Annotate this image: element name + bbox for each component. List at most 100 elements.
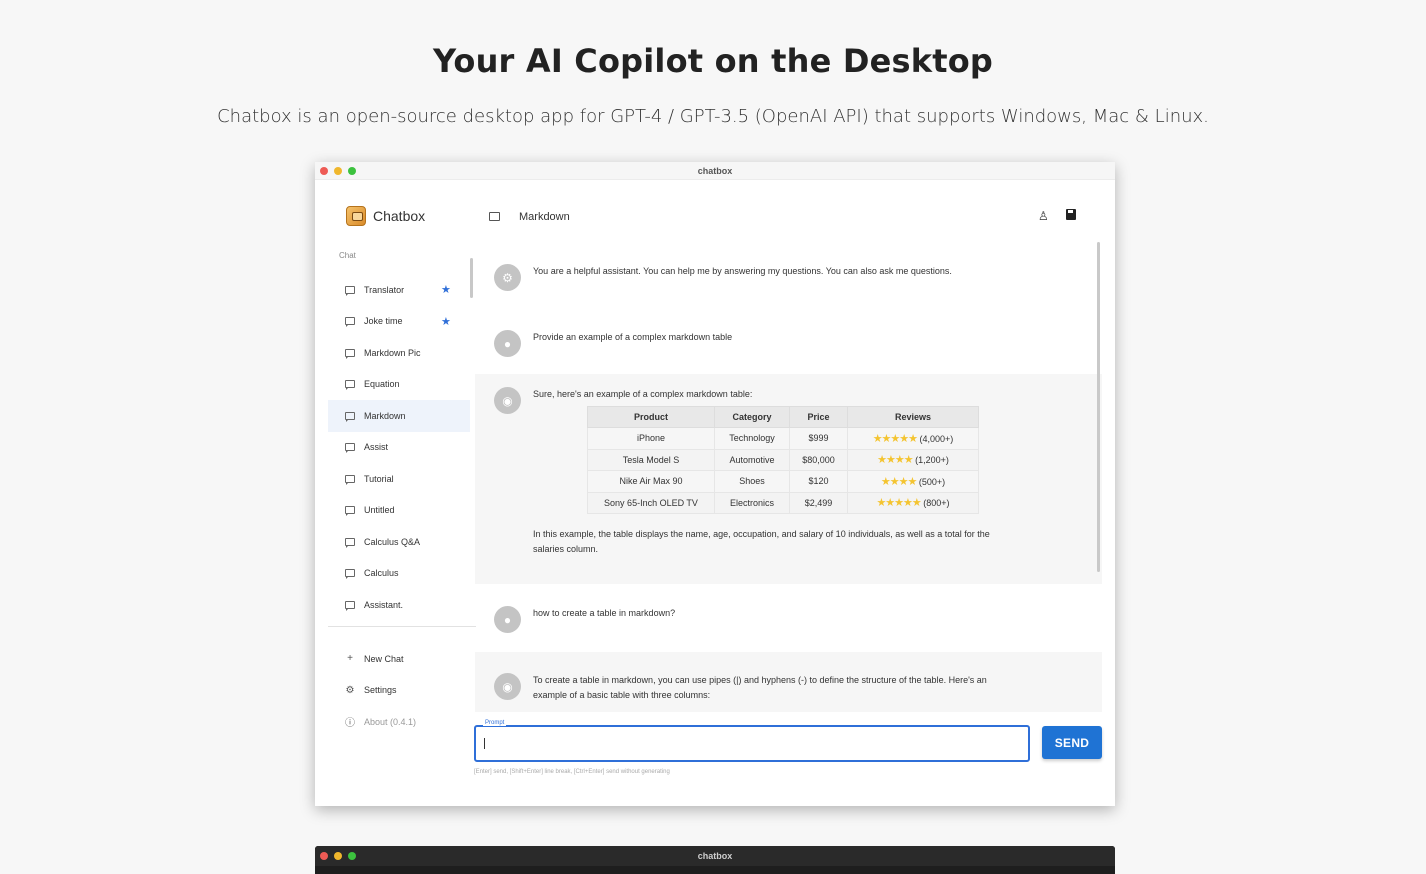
settings-label: Settings <box>364 685 397 696</box>
sidebar-item-tutorial[interactable]: Tutorial <box>328 463 470 495</box>
sidebar-item-calculus[interactable]: Calculus <box>328 558 470 590</box>
sidebar-item-label: Assistant. <box>364 599 404 610</box>
table-cell: Technology <box>714 427 790 450</box>
table-row: Nike Air Max 90 Shoes $120 ★★★★ (500+) <box>587 470 979 493</box>
brand-name: Chatbox <box>373 208 426 224</box>
review-count: (4,000+) <box>919 433 954 444</box>
chat-bubble-icon <box>345 569 355 580</box>
gear-icon: ⚙ <box>345 684 355 696</box>
sidebar-item-untitled[interactable]: Untitled <box>328 495 470 527</box>
sidebar-item-assistant[interactable]: Assistant. <box>328 589 470 621</box>
star-rating-icon: ★★★★ <box>877 454 913 467</box>
message-text: In this example, the table displays the … <box>533 529 990 554</box>
sidebar-item-label: Markdown <box>364 410 406 421</box>
star-rating-icon: ★★★★ <box>880 475 917 488</box>
table-cell: $80,000 <box>789 448 848 471</box>
table-row: Tesla Model S Automotive $80,000 ★★★★ (1… <box>587 448 979 471</box>
send-button[interactable]: SEND <box>1042 726 1102 759</box>
star-icon[interactable]: ★ <box>441 283 451 296</box>
new-chat-label: New Chat <box>364 653 404 664</box>
message-assistant: ◉ To create a table in markdown, you can… <box>475 652 1102 712</box>
sidebar-item-joke-time[interactable]: Joke time ★ <box>328 306 470 338</box>
system-avatar-icon: ⚙ <box>494 264 521 291</box>
sidebar-item-calculus-qa[interactable]: Calculus Q&A <box>328 526 470 558</box>
sidebar-item-label: Equation <box>364 379 400 390</box>
sidebar-item-label: Tutorial <box>364 473 394 484</box>
hero-subtitle: Chatbox is an open-source desktop app fo… <box>217 106 1209 127</box>
sidebar-item-translator[interactable]: Translator ★ <box>328 274 470 306</box>
chat-bubble-icon <box>345 474 355 485</box>
chat-bubble-icon <box>345 443 355 454</box>
chat-bubble-icon <box>345 537 355 548</box>
sidebar-scrollbar[interactable] <box>470 258 473 298</box>
hero-title: Your AI Copilot on the Desktop <box>432 42 994 80</box>
chat-bubble-icon <box>345 380 355 391</box>
settings-button[interactable]: ⚙ Settings <box>328 675 476 707</box>
table-header: Product <box>587 406 715 428</box>
prompt-label: Prompt <box>483 720 507 726</box>
conversation-title: Markdown <box>519 211 570 223</box>
window-titlebar: chatbox <box>315 162 1115 180</box>
table-cell: Automotive <box>714 448 790 471</box>
clean-broom-icon[interactable]: ♙ <box>1038 209 1049 223</box>
second-app-window: chatbox <box>315 846 1115 874</box>
table-cell: Electronics <box>714 491 790 514</box>
sidebar-item-label: Assist <box>364 442 389 453</box>
table-cell: Tesla Model S <box>587 448 715 471</box>
sidebar: Chatbox Chat Translator ★ Joke time ★ Mark… <box>328 180 476 806</box>
table-header: Category <box>714 406 790 428</box>
markdown-table: Product Category Price Reviews iPhone Te… <box>587 406 979 514</box>
sidebar-actions: + New Chat ⚙ Settings ⓘ About (0.4.1) <box>328 643 476 738</box>
chat-bubble-icon <box>345 317 355 328</box>
new-chat-button[interactable]: + New Chat <box>328 643 476 675</box>
message-list: ⚙ You are a helpful assistant. You can h… <box>475 240 1102 712</box>
table-cell: $120 <box>789 470 848 493</box>
review-count: (800+) <box>923 498 950 509</box>
message-text: Sure, here's an example of a complex mar… <box>533 389 753 399</box>
plus-icon: + <box>347 653 353 665</box>
main-panel: Markdown ♙ ⚙ You are a helpful assistant… <box>475 180 1115 806</box>
chat-list: Translator ★ Joke time ★ Markdown Pic Equa… <box>328 274 470 621</box>
message-text: To create a table in markdown, you can u… <box>533 675 987 700</box>
brand: Chatbox <box>346 206 425 226</box>
window-title: chatbox <box>697 851 733 861</box>
chat-section-label: Chat <box>339 251 356 260</box>
sidebar-item-markdown-pic[interactable]: Markdown Pic <box>328 337 470 369</box>
table-cell: $2,499 <box>789 491 848 514</box>
chat-bubble-icon <box>345 348 355 359</box>
save-icon[interactable] <box>1066 209 1076 220</box>
chatbox-logo-icon <box>346 206 366 226</box>
chat-bubble-icon <box>345 285 355 296</box>
chat-bubble-icon <box>345 411 355 422</box>
table-header: Reviews <box>847 406 979 428</box>
sidebar-item-label: Joke time <box>364 316 403 327</box>
table-cell: ★★★★★ (4,000+) <box>847 427 979 450</box>
prompt-input[interactable]: Prompt <box>474 720 1030 762</box>
sidebar-item-assist[interactable]: Assist <box>328 432 470 464</box>
sidebar-item-equation[interactable]: Equation <box>328 369 470 401</box>
chat-bubble-icon <box>489 212 500 221</box>
table-cell: ★★★★★ (800+) <box>847 491 979 514</box>
user-avatar-icon: ● <box>494 330 521 357</box>
table-cell: ★★★★ (500+) <box>847 470 979 493</box>
table-cell: ★★★★ (1,200+) <box>847 448 979 471</box>
message-text: how to create a table in markdown? <box>533 608 676 618</box>
about-button[interactable]: ⓘ About (0.4.1) <box>328 706 476 738</box>
message-text: You are a helpful assistant. You can hel… <box>533 266 952 276</box>
sidebar-item-label: Calculus <box>364 568 399 579</box>
topbar: Markdown ♙ <box>475 180 1115 223</box>
star-icon[interactable]: ★ <box>441 315 451 328</box>
sidebar-item-label: Markdown Pic <box>364 347 421 358</box>
message-user: ● how to create a table in markdown? <box>475 584 1102 652</box>
review-count: (1,200+) <box>915 455 949 466</box>
chat-bubble-icon <box>345 600 355 611</box>
sidebar-divider <box>328 626 476 627</box>
messages-scrollbar[interactable] <box>1097 242 1100 572</box>
sidebar-item-markdown[interactable]: Markdown <box>328 400 470 432</box>
message-assistant: ◉ Sure, here's an example of a complex m… <box>475 374 1102 584</box>
table-cell: Shoes <box>714 470 790 493</box>
assistant-avatar-icon: ◉ <box>494 673 521 700</box>
review-count: (500+) <box>918 476 946 487</box>
table-header: Price <box>789 406 848 428</box>
star-rating-icon: ★★★★★ <box>876 497 921 510</box>
